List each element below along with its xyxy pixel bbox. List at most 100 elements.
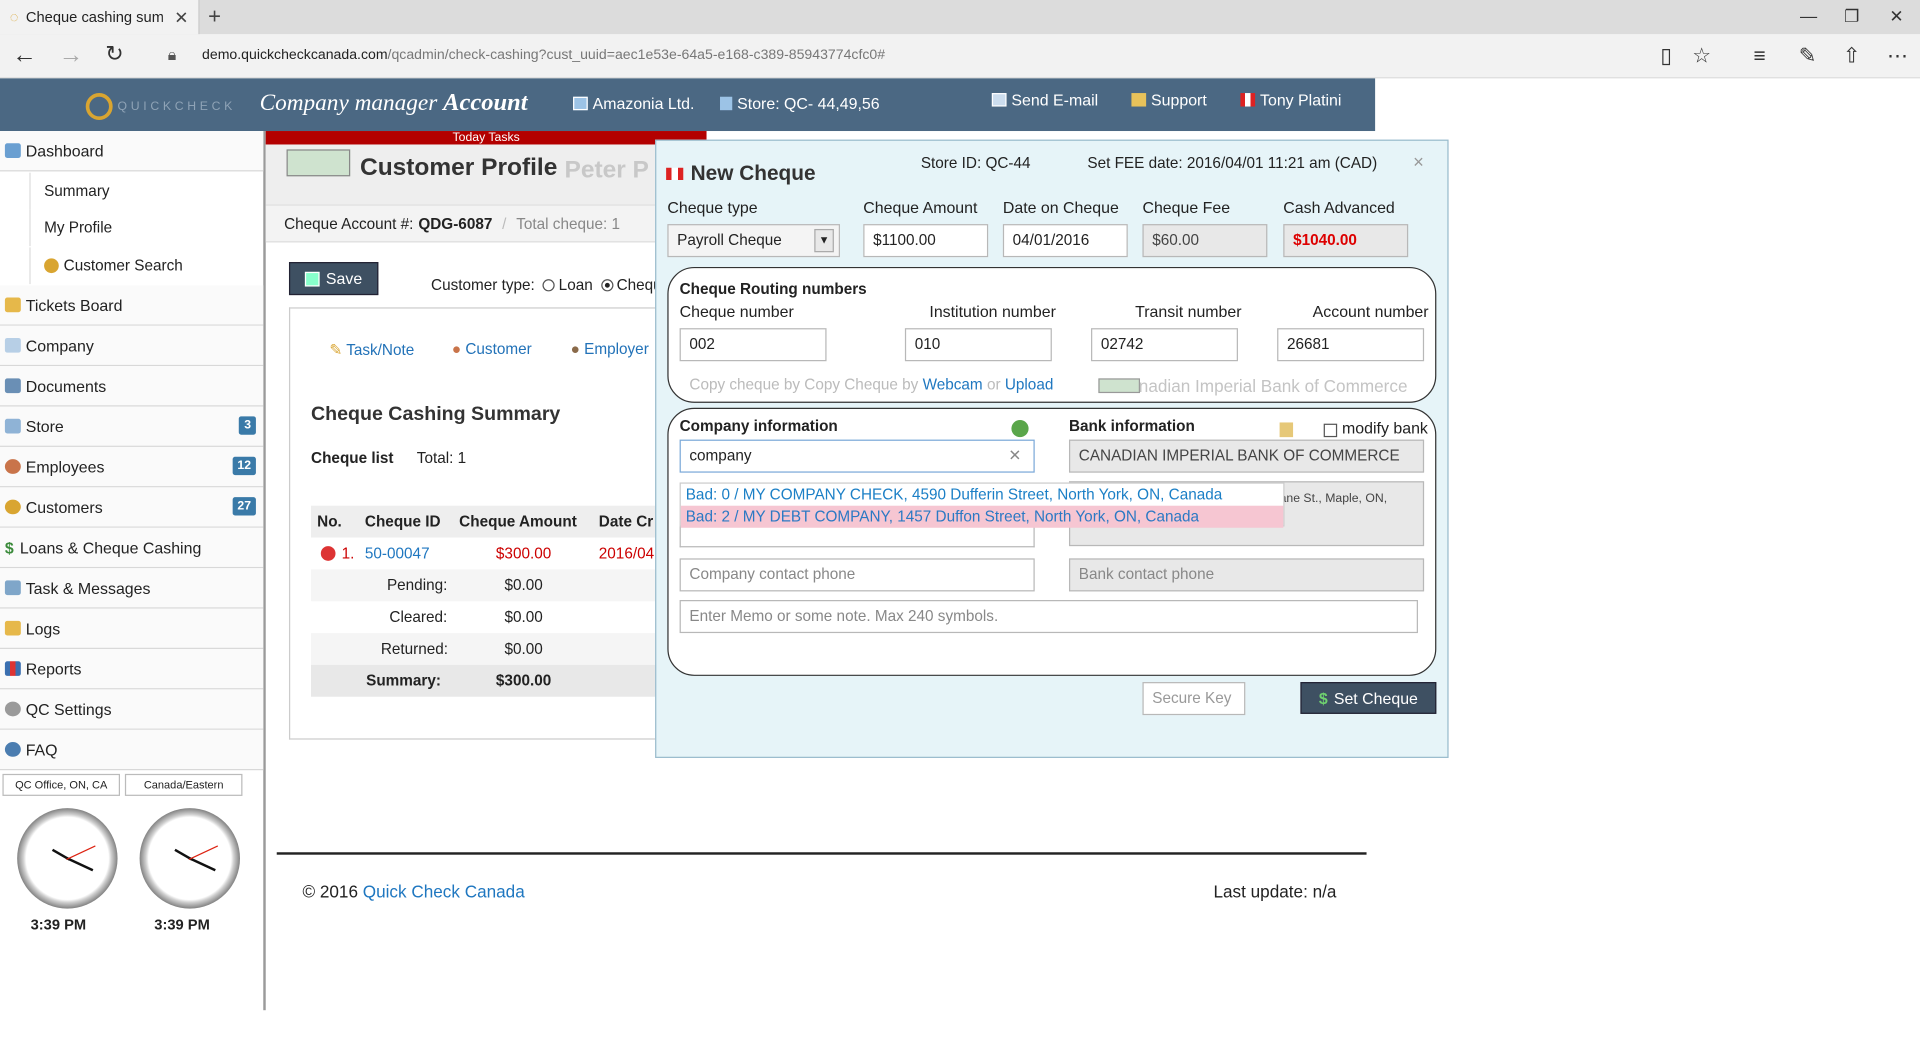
modify-bank-checkbox[interactable] (1323, 423, 1338, 438)
lock-icon: 🔒︎ (167, 45, 177, 64)
webcam-link[interactable]: Webcam (923, 376, 983, 393)
loan-radio[interactable] (542, 279, 556, 292)
cheque-image-icon (286, 149, 351, 177)
sidebar-item-tasks[interactable]: Task & Messages (0, 568, 264, 609)
sidebar-item-employees[interactable]: Employees 12 (0, 446, 264, 488)
sidebar-item-label: Customers (25, 497, 103, 517)
amount-label: Cheque Amount (863, 198, 978, 217)
sidebar-item-loans[interactable]: $ Loans & Cheque Cashing (0, 527, 264, 569)
cheque-type-select[interactable]: Payroll Cheque ▼ (667, 224, 841, 258)
store-icon (720, 96, 733, 111)
clock-time: 3:39 PM (30, 915, 87, 934)
refresh-icon[interactable]: ↻ (105, 42, 123, 68)
sidebar-item-customers[interactable]: Customers 27 (0, 487, 264, 528)
canada-flag-icon (1240, 93, 1256, 107)
sidebar-item-reports[interactable]: Reports (0, 648, 264, 690)
tab-customer[interactable]: ● Customer (452, 340, 532, 357)
cleared-label: Cleared: (389, 608, 448, 626)
transit-label: Transit number (1135, 302, 1242, 321)
support-icon (1131, 93, 1147, 107)
memo-input[interactable]: Enter Memo or some note. Max 240 symbols… (679, 600, 1418, 634)
tab-close-icon[interactable]: ✕ (174, 7, 188, 28)
sidebar-item-faq[interactable]: FAQ (0, 729, 264, 771)
cheque-date: 2016/04 (598, 544, 655, 563)
hub-icon[interactable]: ≡ (1753, 44, 1765, 68)
brand-link[interactable]: Quick Check Canada (363, 882, 525, 902)
company-link[interactable]: Amazonia Ltd. (573, 94, 694, 113)
minimize-icon[interactable]: — (1800, 6, 1817, 26)
edit-bank-icon[interactable] (1279, 422, 1294, 438)
share-icon[interactable]: ⇧ (1843, 44, 1860, 68)
transit-input[interactable]: 02742 (1091, 328, 1238, 362)
tab-task-note[interactable]: ✎ Task/Note (329, 340, 414, 359)
quickcheck-logo[interactable]: QUICKCHECK (85, 93, 236, 121)
add-company-icon[interactable] (1011, 420, 1029, 438)
sidebar-item-documents[interactable]: Documents (0, 366, 264, 407)
company-search-input[interactable]: company ✕ (679, 439, 1035, 473)
set-cheque-label: Set Cheque (1333, 688, 1418, 708)
sidebar-sub-my-profile[interactable]: My Profile (29, 209, 263, 247)
reading-view-icon[interactable]: ▯ (1660, 44, 1671, 68)
sidebar-item-company[interactable]: Company (0, 325, 264, 367)
company-phone-input[interactable]: Company contact phone (679, 558, 1035, 592)
total-cheque: Total cheque: 1 (516, 214, 621, 233)
date-input[interactable]: 04/01/2016 (1002, 224, 1128, 258)
tab-employer[interactable]: ● Employer (571, 340, 649, 357)
send-email-link[interactable]: Send E-mail (991, 91, 1098, 109)
col-date: Date Cr (598, 513, 654, 531)
chevron-down-icon[interactable]: ▼ (814, 228, 834, 253)
loan-label: Loan (558, 276, 593, 294)
favorite-star-icon[interactable]: ☆ (1692, 44, 1711, 68)
clear-search-icon[interactable]: ✕ (1008, 441, 1021, 472)
institution-input[interactable]: 010 (904, 328, 1052, 362)
modal-close-icon[interactable]: × (1413, 152, 1424, 173)
account-number-input[interactable]: 26681 (1277, 328, 1425, 362)
set-cheque-button[interactable]: $ Set Cheque (1300, 682, 1437, 714)
today-tasks-bar[interactable]: Today Tasks (265, 131, 707, 145)
table-row[interactable]: 1. 50-00047 $300.00 2016/04 (311, 538, 658, 570)
footer-divider (276, 852, 1367, 855)
cheque-list-header: Cheque list Total: 1 (311, 449, 466, 466)
institution-label: Institution number (929, 302, 1056, 321)
store-link[interactable]: Store: QC- 44,49,56 (720, 94, 880, 113)
save-button[interactable]: Save (288, 262, 379, 296)
last-update: Last update: n/a (1213, 881, 1337, 902)
sidebar-sub-customer-search[interactable]: Customer Search (29, 247, 263, 285)
url-host: demo.quickcheckcanada.com (202, 47, 388, 63)
autocomplete-option[interactable]: Bad: 0 / MY COMPANY CHECK, 4590 Dufferin… (681, 484, 1283, 506)
forward-icon[interactable]: → (59, 42, 83, 70)
user-menu[interactable]: Tony Platini (1240, 91, 1341, 109)
browser-tab[interactable]: ◌ Cheque cashing summa ✕ (0, 0, 200, 35)
cheque-id-link[interactable]: 50-00047 (365, 538, 430, 570)
secure-key-input[interactable]: Secure Key (1142, 682, 1246, 716)
account-label: Cheque Account #: (284, 214, 414, 233)
support-link[interactable]: Support (1131, 91, 1207, 109)
sidebar-item-qc-settings[interactable]: QC Settings (0, 689, 264, 730)
new-tab-icon[interactable]: + (208, 4, 221, 30)
cheque-number-input[interactable]: 002 (679, 328, 827, 362)
autocomplete-option-highlighted[interactable]: Bad: 2 / MY DEBT COMPANY, 1457 Duffon St… (680, 505, 1284, 528)
cheque-radio[interactable] (600, 279, 613, 292)
sidebar-sub-summary[interactable]: Summary (29, 172, 263, 210)
more-icon[interactable]: ⋯ (1887, 44, 1908, 68)
sidebar-item-dashboard[interactable]: Dashboard (0, 131, 264, 172)
upload-link[interactable]: Upload (1005, 376, 1054, 393)
section-title: Cheque Cashing Summary (311, 404, 561, 425)
tickets-icon (4, 297, 21, 313)
sidebar-item-label: Store (25, 416, 64, 436)
sidebar-item-store[interactable]: Store 3 (0, 406, 264, 447)
web-note-icon[interactable]: ✎ (1799, 44, 1816, 68)
sidebar-sub-label: Summary (44, 182, 110, 200)
page-title: Customer Profile (360, 154, 558, 182)
copy-text: Copy cheque by Copy Cheque by (689, 375, 919, 394)
amount-input[interactable]: $1100.00 (863, 224, 989, 258)
remove-icon[interactable] (320, 546, 336, 561)
browser-tab-bar: ◌ Cheque cashing summa ✕ + — ❐ ✕ (0, 0, 1920, 35)
sidebar-item-tickets-board[interactable]: Tickets Board (0, 285, 264, 326)
restore-icon[interactable]: ❐ (1844, 6, 1859, 27)
close-window-icon[interactable]: ✕ (1889, 6, 1903, 27)
sidebar-item-logs[interactable]: Logs (0, 608, 264, 649)
back-icon[interactable]: ← (12, 42, 36, 70)
url-field[interactable]: demo.quickcheckcanada.com/qcadmin/check-… (202, 48, 885, 63)
tab-favicon-icon: ◌ (9, 8, 19, 26)
